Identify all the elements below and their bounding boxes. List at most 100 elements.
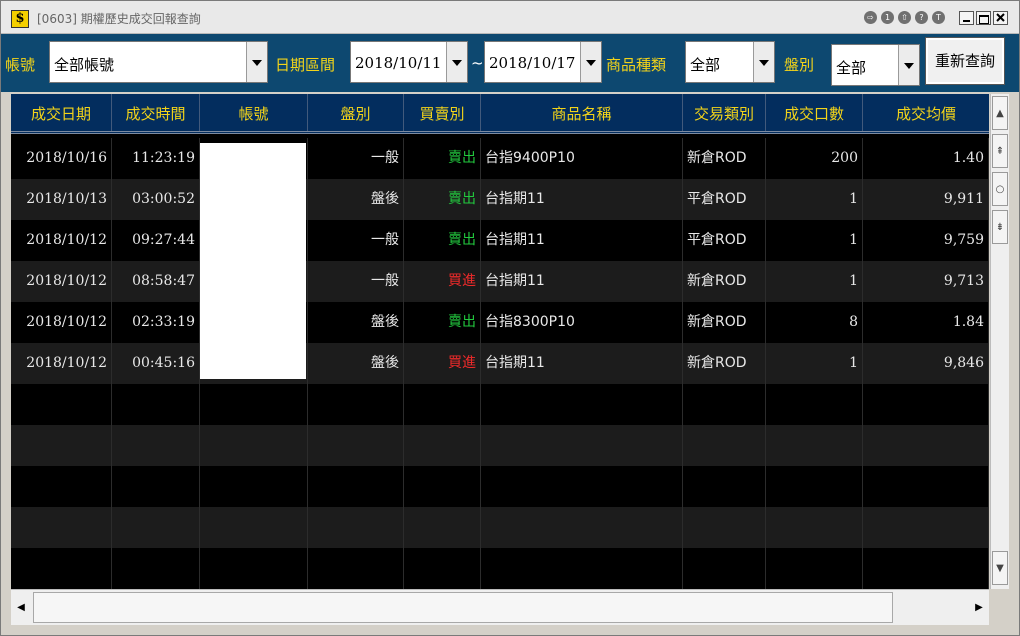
page-down-button[interactable]: ⇟	[992, 210, 1008, 244]
date-range-label: 日期區間	[275, 56, 336, 74]
horizontal-scroll-thumb[interactable]	[33, 592, 893, 623]
table-row[interactable]: 2018/10/12 00:45:16 盤後 買進 台指期11 新倉ROD 1 9,846	[11, 343, 989, 384]
export-icon[interactable]: ⇨	[864, 11, 877, 24]
minimize-button[interactable]	[959, 11, 974, 25]
table-row[interactable]: 2018/10/16 11:23:19 一般 賣出 台指9400P10 新倉ROD 200 1…	[11, 138, 989, 179]
session-value: 全部	[836, 59, 867, 77]
scroll-right-button[interactable]: ▶	[969, 592, 989, 623]
scroll-up-button[interactable]: ▲	[992, 96, 1008, 130]
chevron-down-icon[interactable]	[446, 42, 467, 82]
cell-trade-type	[683, 384, 766, 425]
cell-trade-date	[11, 466, 112, 507]
cell-side	[404, 466, 481, 507]
date-to-picker[interactable]: 2018/10/17	[484, 41, 602, 83]
cell-trade-type	[683, 425, 766, 466]
chevron-down-icon[interactable]	[898, 45, 919, 85]
table-row[interactable]: 2018/10/12 09:27:44 一般 賣出 台指期11 平倉ROD 1 9,759	[11, 220, 989, 261]
product-type-value: 全部	[690, 56, 721, 74]
scroll-down-button[interactable]: ▼	[992, 551, 1008, 585]
cell-side	[404, 425, 481, 466]
table-row[interactable]: 2018/10/12 08:58:47 一般 買進 台指期11 新倉ROD 1 9,713	[11, 261, 989, 302]
app-window: $ [0603] 期權歷史成交回報查詢 ⇨ 1 ⇧ ? T 帳號 全部帳號 日期…	[0, 0, 1020, 636]
double-caret-up-icon: ⇞	[995, 146, 1005, 157]
cell-trade-time	[112, 384, 200, 425]
cell-trade-time	[112, 425, 200, 466]
chevron-down-icon[interactable]	[753, 42, 774, 82]
cell-trade-type: 新倉ROD	[683, 343, 766, 384]
cell-quantity	[766, 466, 863, 507]
cell-trade-type: 平倉ROD	[683, 179, 766, 220]
cell-side: 賣出	[404, 138, 481, 179]
header-trade-time[interactable]: 成交時間	[112, 94, 200, 131]
cell-side: 買進	[404, 261, 481, 302]
header-product-name[interactable]: 商品名稱	[481, 94, 683, 131]
header-quantity[interactable]: 成交口數	[766, 94, 863, 131]
table-row[interactable]: 2018/10/13 03:00:52 盤後 賣出 台指期11 平倉ROD 1 9,911	[11, 179, 989, 220]
product-type-select[interactable]: 全部	[685, 41, 775, 83]
cell-avg-price	[863, 466, 989, 507]
empty-table-row[interactable]	[11, 507, 989, 548]
caret-left-icon: ◀	[17, 602, 25, 613]
cell-account	[200, 466, 308, 507]
help-icon[interactable]: ?	[915, 11, 928, 24]
cell-quantity	[766, 425, 863, 466]
cell-product-name	[481, 384, 683, 425]
header-trade-type[interactable]: 交易類別	[683, 94, 766, 131]
cell-quantity: 200	[766, 138, 863, 179]
vertical-scrollbar[interactable]: ▲ ⇞ ○ ⇟ ▼	[990, 94, 1009, 589]
cell-trade-date	[11, 425, 112, 466]
close-button[interactable]	[993, 11, 1008, 25]
header-session[interactable]: 盤別	[308, 94, 404, 131]
session-select[interactable]: 全部	[831, 44, 920, 86]
cell-side: 買進	[404, 343, 481, 384]
topmost-icon[interactable]: T	[932, 11, 945, 24]
cell-trade-date	[11, 507, 112, 548]
cell-side	[404, 384, 481, 425]
scroll-left-button[interactable]: ◀	[11, 592, 31, 623]
cell-trade-time: 08:58:47	[112, 261, 200, 302]
cell-quantity	[766, 548, 863, 589]
cell-session	[308, 384, 404, 425]
empty-table-row[interactable]	[11, 548, 989, 589]
cell-product-name	[481, 548, 683, 589]
chevron-down-icon[interactable]	[580, 42, 601, 82]
table-row[interactable]: 2018/10/12 02:33:19 盤後 賣出 台指8300P10 新倉ROD 8 1.8…	[11, 302, 989, 343]
requery-button[interactable]: 重新查詢	[925, 37, 1005, 85]
header-account[interactable]: 帳號	[200, 94, 308, 131]
header-side[interactable]: 買賣別	[404, 94, 481, 131]
date-to-value: 2018/10/17	[489, 54, 576, 72]
account-select[interactable]: 全部帳號	[49, 41, 268, 83]
restore-icon	[979, 15, 989, 24]
info-icon[interactable]: 1	[881, 11, 894, 24]
cell-session	[308, 466, 404, 507]
cell-trade-date: 2018/10/12	[11, 343, 112, 384]
header-avg-price[interactable]: 成交均價	[863, 94, 989, 131]
cell-trade-date: 2018/10/16	[11, 138, 112, 179]
cell-trade-time: 11:23:19	[112, 138, 200, 179]
cell-product-name: 台指9400P10	[481, 138, 683, 179]
share-icon[interactable]: ⇧	[898, 11, 911, 24]
empty-table-row[interactable]	[11, 466, 989, 507]
cell-trade-time: 03:00:52	[112, 179, 200, 220]
scroll-thumb[interactable]: ○	[992, 172, 1008, 206]
cell-avg-price	[863, 548, 989, 589]
empty-table-row[interactable]	[11, 425, 989, 466]
cell-trade-type	[683, 507, 766, 548]
cell-avg-price: 9,846	[863, 343, 989, 384]
window-title: [0603] 期權歷史成交回報查詢	[37, 12, 201, 26]
cell-trade-time: 09:27:44	[112, 220, 200, 261]
date-from-picker[interactable]: 2018/10/11	[350, 41, 468, 83]
cell-trade-date: 2018/10/12	[11, 261, 112, 302]
cell-trade-type	[683, 548, 766, 589]
cell-avg-price: 9,759	[863, 220, 989, 261]
cell-product-name: 台指期11	[481, 179, 683, 220]
header-trade-date[interactable]: 成交日期	[11, 94, 112, 131]
horizontal-scrollbar[interactable]: ◀ ▶	[11, 589, 989, 625]
restore-button[interactable]	[976, 11, 991, 25]
chevron-down-icon[interactable]	[246, 42, 267, 82]
page-up-button[interactable]: ⇞	[992, 134, 1008, 168]
cell-quantity: 1	[766, 179, 863, 220]
empty-table-row[interactable]	[11, 384, 989, 425]
cell-account	[200, 548, 308, 589]
cell-product-name: 台指期11	[481, 343, 683, 384]
